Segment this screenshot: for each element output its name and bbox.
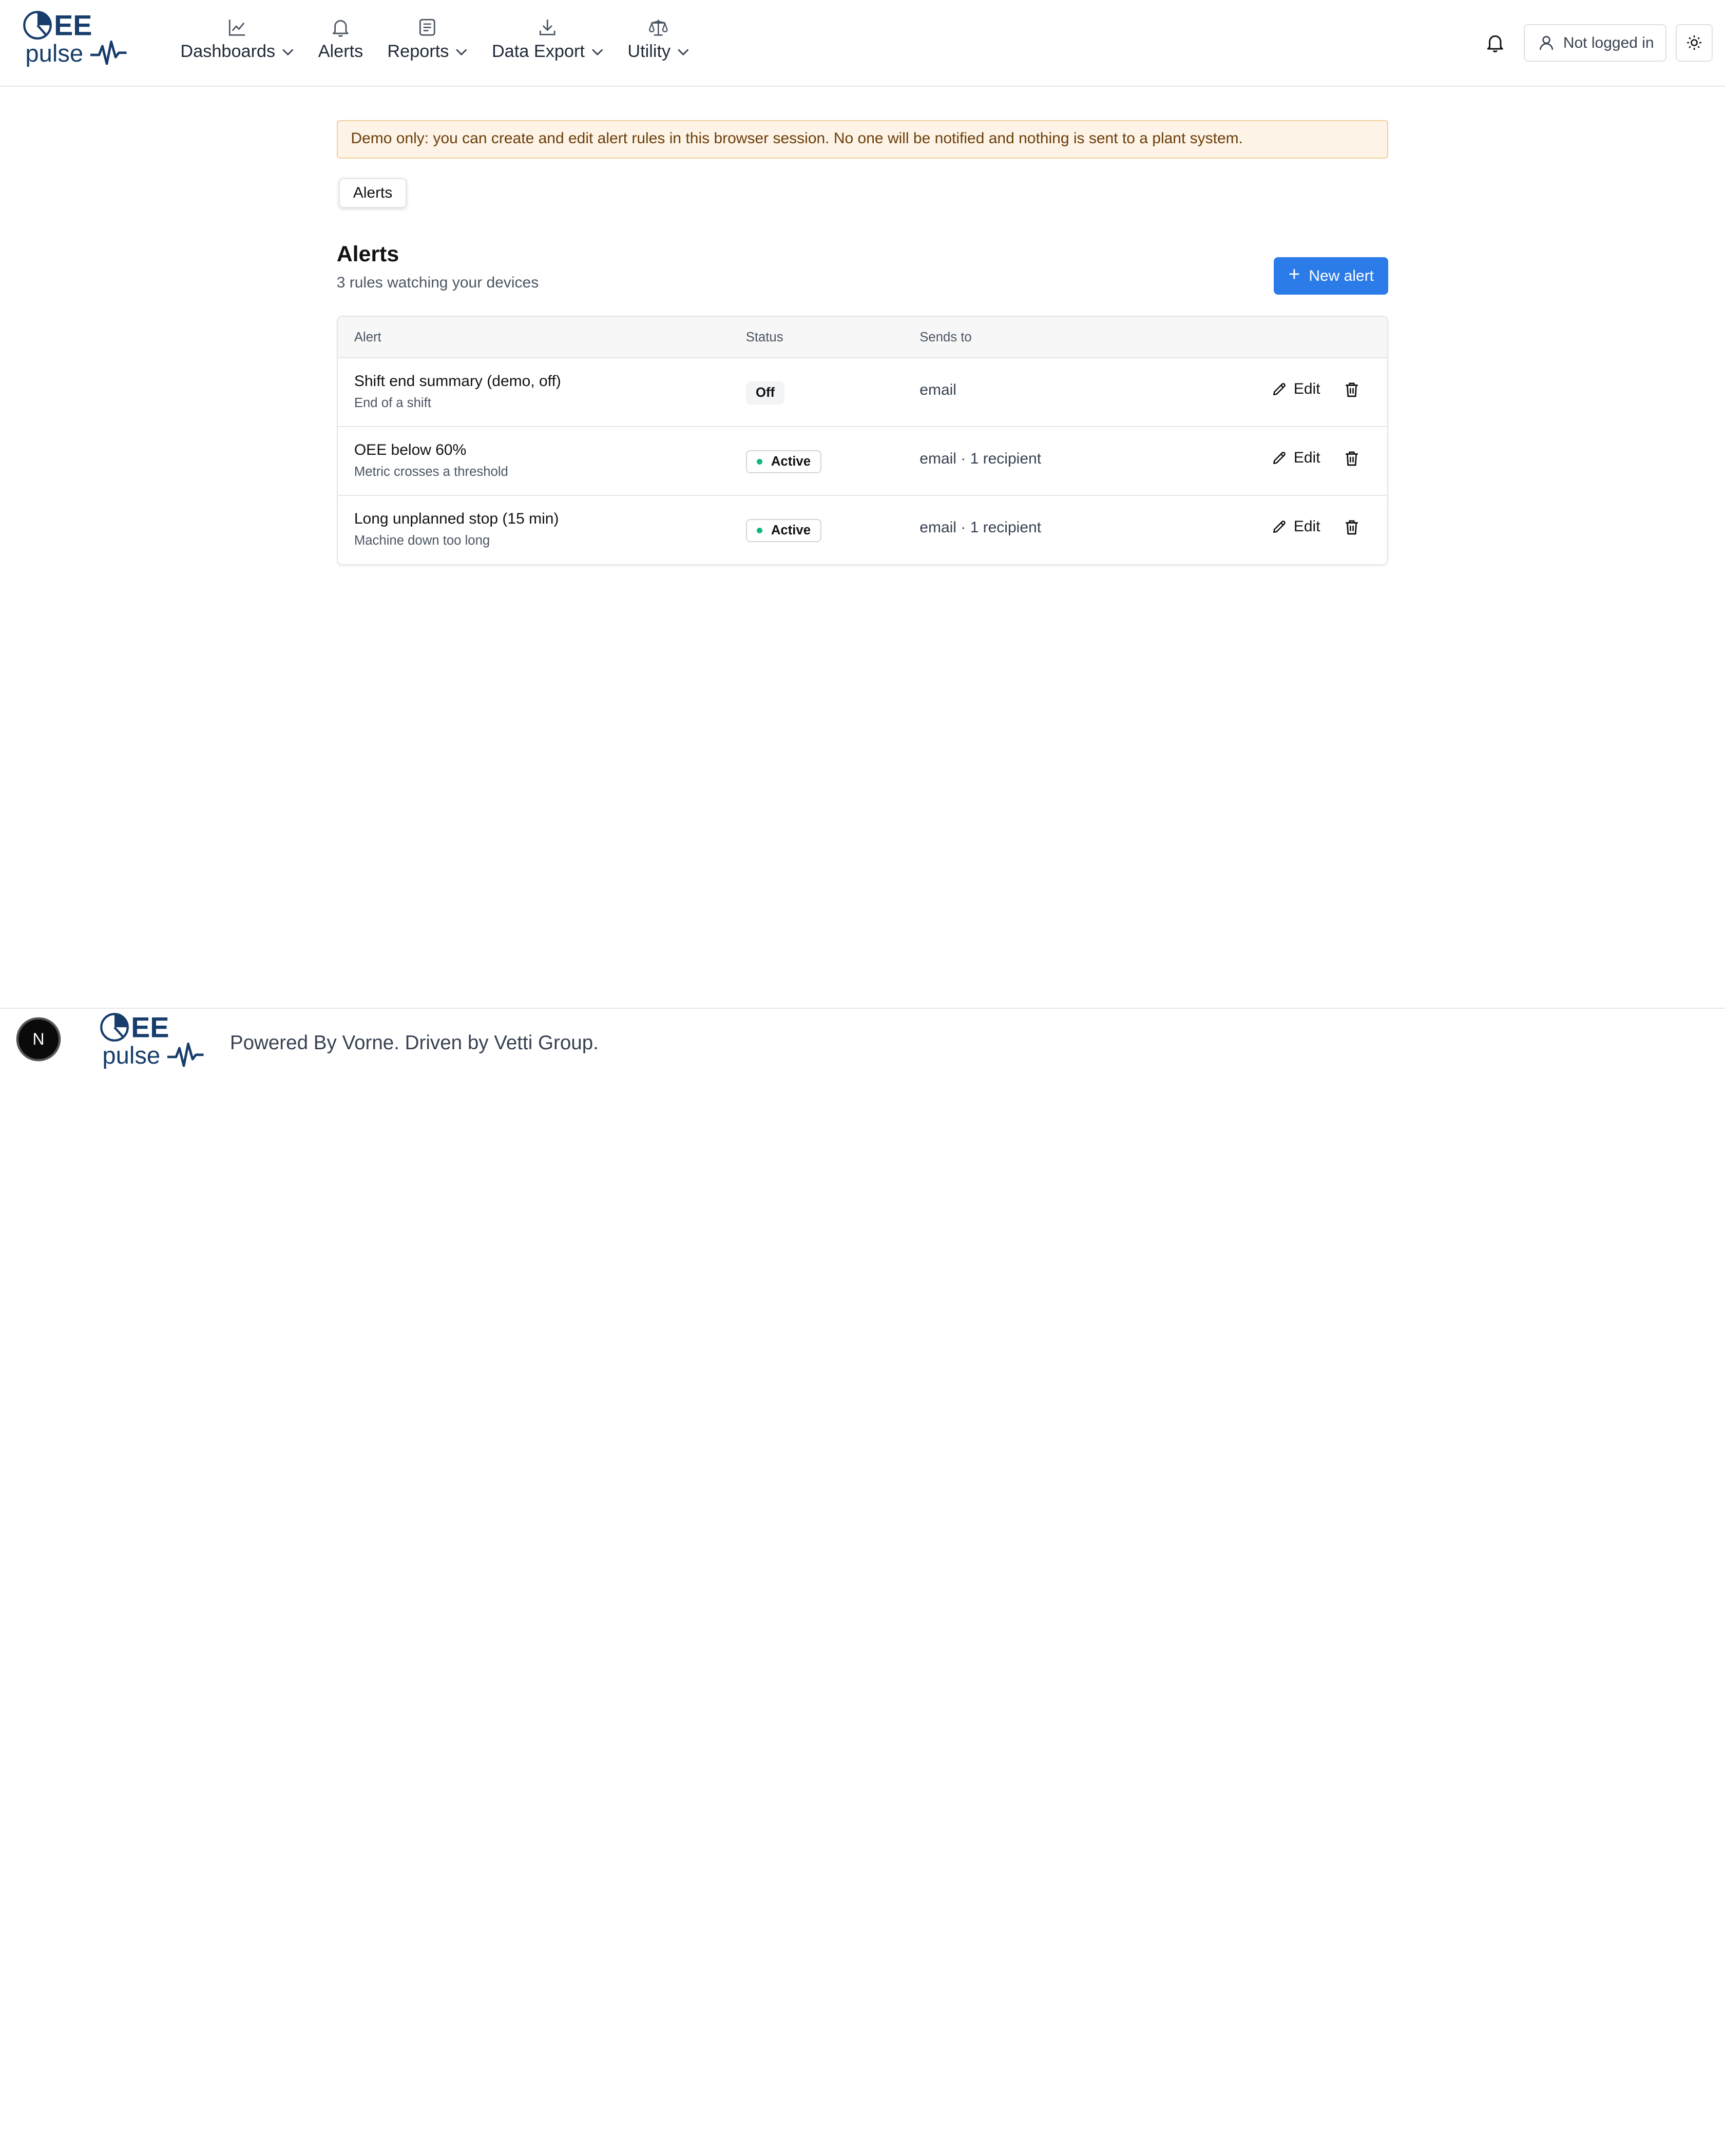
edit-label: Edit xyxy=(1293,518,1320,535)
alert-name: Long unplanned stop (15 min) xyxy=(354,510,559,528)
sends-to: email · 1 recipient xyxy=(919,519,1042,536)
column-header-sends-to: Sends to xyxy=(919,330,972,344)
alert-name: Shift end summary (demo, off) xyxy=(354,373,561,390)
nav-alerts-label-row: Alerts xyxy=(318,42,363,62)
edit-button[interactable]: Edit xyxy=(1272,380,1320,398)
nav-data-export-label: Data Export xyxy=(491,42,585,62)
oee-pulse-logo[interactable]: EE pulse xyxy=(22,9,128,68)
footer: N EE pulse Powered By Vorne. Driven by V… xyxy=(0,1007,1725,1078)
nav-dashboards[interactable]: Dashboards xyxy=(176,17,298,62)
chevron-down-icon xyxy=(591,46,604,58)
trash-icon[interactable] xyxy=(1344,381,1362,399)
demo-notice-banner: Demo only: you can create and edit alert… xyxy=(336,120,1389,159)
trash-icon[interactable] xyxy=(1344,450,1362,468)
table-row[interactable]: OEE below 60% Metric crosses a threshold… xyxy=(337,427,1388,496)
trash-icon[interactable] xyxy=(1344,519,1362,536)
notifications-bell-icon[interactable] xyxy=(1485,33,1507,55)
edit-button[interactable]: Edit xyxy=(1272,449,1320,467)
bell-icon xyxy=(331,17,351,37)
nav-data-export-label-row: Data Export xyxy=(492,42,603,62)
sun-icon xyxy=(1686,34,1702,51)
plus-icon: + xyxy=(1288,263,1300,286)
nav-alerts[interactable]: Alerts xyxy=(314,17,368,62)
table-row[interactable]: Shift end summary (demo, off) End of a s… xyxy=(337,358,1388,428)
svg-text:pulse: pulse xyxy=(25,40,83,67)
chevron-down-icon xyxy=(677,46,689,58)
edit-label: Edit xyxy=(1293,380,1320,398)
nav-reports[interactable]: Reports xyxy=(383,17,472,62)
sends-to: email · 1 recipient xyxy=(919,450,1042,468)
new-alert-label: New alert xyxy=(1309,267,1374,284)
alert-description: End of a shift xyxy=(354,396,431,411)
alert-description: Metric crosses a threshold xyxy=(354,465,508,479)
theme-toggle-button[interactable] xyxy=(1675,24,1713,62)
sends-to: email xyxy=(919,381,956,399)
status-badge: Off xyxy=(745,381,785,405)
footer-logo: EE pulse xyxy=(99,1011,205,1070)
nav-dashboards-label: Dashboards xyxy=(180,42,276,62)
edit-label: Edit xyxy=(1293,449,1320,467)
svg-text:EE: EE xyxy=(54,10,92,42)
edit-button[interactable]: Edit xyxy=(1272,518,1320,535)
user-login-label: Not logged in xyxy=(1563,34,1654,51)
nav-alerts-label: Alerts xyxy=(318,42,363,62)
alerts-table: Alert Status Sends to Shift end summary … xyxy=(336,316,1389,566)
tab-alerts[interactable]: Alerts xyxy=(339,178,407,208)
column-header-alert: Alert xyxy=(354,330,381,344)
page-title: Alerts xyxy=(336,242,399,267)
scale-icon xyxy=(648,17,668,37)
svg-text:EE: EE xyxy=(131,1012,169,1044)
top-navigation-bar: EE pulse Dashboards Alerts Reports Data … xyxy=(0,0,1725,87)
chevron-down-icon xyxy=(282,46,294,58)
nav-utility-label: Utility xyxy=(627,42,671,62)
chart-line-icon xyxy=(227,17,247,37)
svg-text:pulse: pulse xyxy=(102,1042,160,1069)
page-subtitle: 3 rules watching your devices xyxy=(336,274,539,291)
footer-credit-text: Powered By Vorne. Driven by Vetti Group. xyxy=(229,1031,599,1054)
nav-utility-label-row: Utility xyxy=(627,42,689,62)
new-alert-button[interactable]: + New alert xyxy=(1274,257,1389,295)
page: EE pulse Dashboards Alerts Reports Data … xyxy=(0,0,1725,1078)
nav-reports-label-row: Reports xyxy=(387,42,467,62)
pencil-icon xyxy=(1272,381,1287,397)
user-icon xyxy=(1538,34,1555,51)
column-header-status: Status xyxy=(745,330,783,344)
main-nav: Dashboards Alerts Reports Data Export Ut… xyxy=(176,17,709,62)
dev-tools-badge[interactable]: N xyxy=(18,1019,59,1060)
nav-data-export[interactable]: Data Export xyxy=(487,17,607,62)
pencil-icon xyxy=(1272,519,1287,534)
table-header: Alert Status Sends to xyxy=(337,317,1388,359)
nav-utility[interactable]: Utility xyxy=(623,17,694,62)
status-badge: Active xyxy=(745,519,822,543)
download-icon xyxy=(538,17,558,37)
pencil-icon xyxy=(1272,450,1287,466)
chevron-down-icon xyxy=(455,46,468,58)
alert-name: OEE below 60% xyxy=(354,441,467,459)
nav-dashboards-label-row: Dashboards xyxy=(180,42,294,62)
alert-description: Machine down too long xyxy=(354,533,490,548)
table-row[interactable]: Long unplanned stop (15 min) Machine dow… xyxy=(338,496,1388,564)
document-icon xyxy=(417,17,437,37)
user-login-button[interactable]: Not logged in xyxy=(1523,24,1667,62)
nav-reports-label: Reports xyxy=(387,42,449,62)
status-badge: Active xyxy=(745,450,822,474)
